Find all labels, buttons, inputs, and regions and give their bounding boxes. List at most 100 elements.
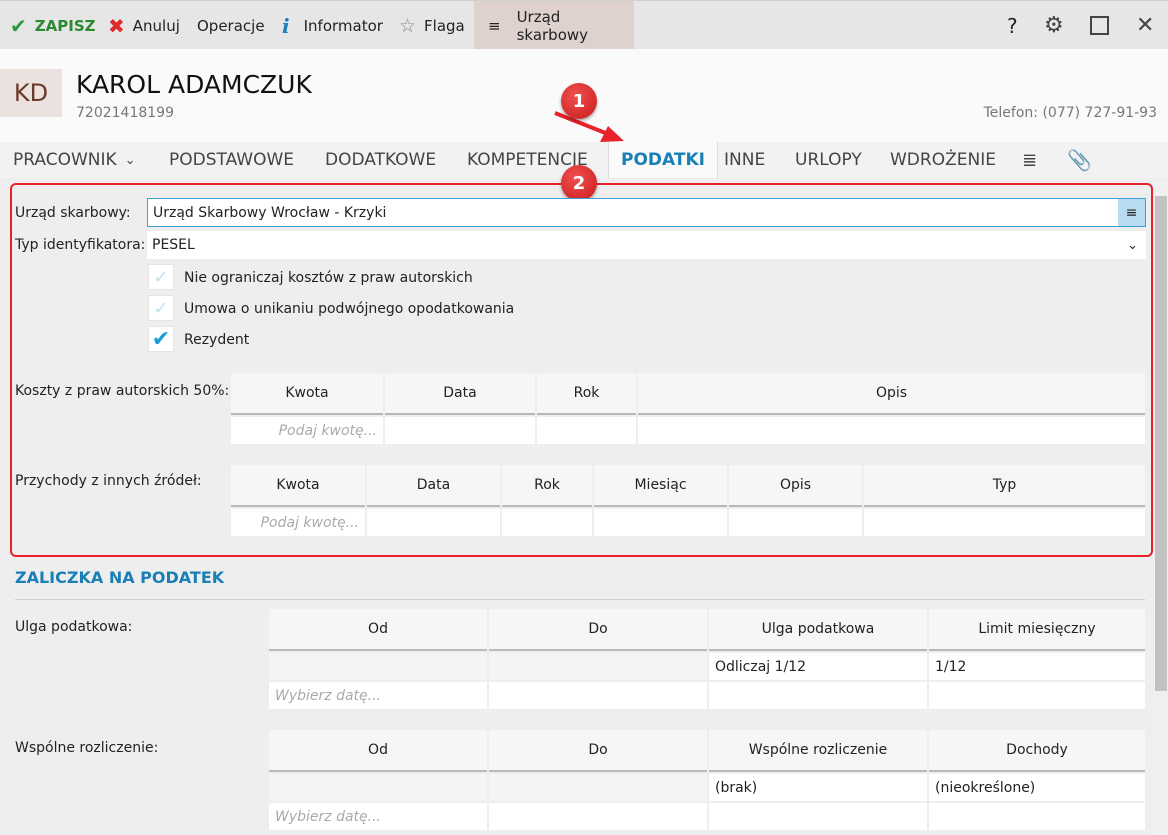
column-header[interactable]: Opis [638, 373, 1145, 415]
check-icon: ✔ [10, 13, 27, 38]
maximize-button[interactable] [1090, 1, 1109, 50]
informator-button[interactable]: i Informator [282, 1, 383, 50]
toolbar: ✔ ZAPISZ ✖ Anuluj Operacje i Informator ☆ Fl… [0, 0, 1168, 50]
column-header[interactable]: Od [269, 730, 487, 772]
scrollbar-thumb[interactable] [1155, 196, 1167, 691]
column-header[interactable]: Ulga podatkowa [709, 609, 927, 651]
scrollbar[interactable] [1154, 180, 1168, 835]
divider [15, 599, 1145, 600]
column-header[interactable]: Rok [502, 465, 592, 507]
table-cell[interactable] [638, 417, 1145, 444]
costs-label: Koszty z praw autorskich 50%: [15, 383, 230, 399]
star-icon: ☆ [399, 14, 417, 37]
maximize-icon [1090, 16, 1109, 35]
avatar: KD [0, 69, 62, 117]
table-cell[interactable]: (brak) [709, 774, 927, 801]
close-window-button[interactable]: ✕ [1136, 1, 1154, 50]
table-cell[interactable] [489, 803, 707, 830]
column-header[interactable]: Limit miesięczny [929, 609, 1145, 651]
column-header[interactable]: Data [385, 373, 535, 415]
table-cell[interactable] [269, 774, 487, 801]
table-cell[interactable]: 1/12 [929, 653, 1145, 680]
column-header[interactable]: Dochody [929, 730, 1145, 772]
date-input[interactable]: Wybierz datę... [269, 682, 487, 709]
amount-input[interactable]: Podaj kwotę... [231, 417, 383, 444]
column-header[interactable]: Typ [864, 465, 1145, 507]
check-icon: ✔ [151, 326, 171, 352]
history-icon[interactable]: ≣ [1022, 142, 1037, 178]
joint-table: Od Do Wspólne rozliczenie Dochody (brak)… [269, 730, 1145, 830]
id-type-select[interactable]: PESEL ⌄ [147, 231, 1146, 259]
operations-button[interactable]: Operacje [197, 1, 265, 50]
table-cell[interactable]: Odliczaj 1/12 [709, 653, 927, 680]
table-cell[interactable]: (nieokreślone) [929, 774, 1145, 801]
tab-urlopy[interactable]: URLOPY [795, 142, 862, 178]
column-header[interactable]: Opis [729, 465, 862, 507]
relief-label: Ulga podatkowa: [15, 619, 133, 635]
tax-office-label: Urząd skarbowy: [15, 205, 131, 221]
tab-wdrozenie[interactable]: WDROŻENIE [890, 142, 996, 178]
tab-podstawowe[interactable]: PODSTAWOWE [169, 142, 294, 178]
table-cell[interactable] [709, 682, 927, 709]
relief-table: Od Do Ulga podatkowa Limit miesięczny Od… [269, 609, 1145, 709]
date-input[interactable]: Wybierz datę... [269, 803, 487, 830]
employee-phone: Telefon: (077) 727-91-93 [983, 105, 1157, 121]
menu-icon: ≡ [488, 16, 501, 35]
id-type-label: Typ identyfikatora: [15, 237, 146, 253]
cancel-button[interactable]: ✖ Anuluj [108, 1, 180, 50]
save-button[interactable]: ✔ ZAPISZ [10, 1, 96, 50]
column-header[interactable]: Wspólne rozliczenie [709, 730, 927, 772]
tax-office-input[interactable]: Urząd Skarbowy Wrocław - Krzyki ≡ [147, 198, 1146, 227]
costs-table: Kwota Data Rok Opis Podaj kwotę... [231, 373, 1145, 444]
table-cell[interactable] [864, 509, 1145, 536]
annotation-badge-2: 2 [561, 165, 597, 201]
table-cell[interactable] [269, 653, 487, 680]
column-header[interactable]: Data [367, 465, 500, 507]
help-button[interactable]: ? [1007, 1, 1018, 50]
table-cell[interactable] [709, 803, 927, 830]
chevron-down-icon: ⌄ [124, 152, 136, 168]
checkbox-double-taxation[interactable]: ✓ [148, 295, 174, 321]
table-cell[interactable] [729, 509, 862, 536]
table-cell[interactable] [929, 682, 1145, 709]
income-table: Kwota Data Rok Miesiąc Opis Typ Podaj kw… [231, 465, 1145, 536]
income-label: Przychody z innych źródeł: [15, 473, 202, 489]
section-title: ZALICZKA NA PODATEK [15, 568, 225, 587]
table-cell[interactable] [929, 803, 1145, 830]
table-cell[interactable] [594, 509, 727, 536]
close-icon: ✖ [108, 13, 125, 38]
amount-input[interactable]: Podaj kwotę... [231, 509, 365, 536]
gear-icon[interactable]: ⚙ [1044, 1, 1064, 50]
table-cell[interactable] [502, 509, 592, 536]
column-header[interactable]: Kwota [231, 373, 383, 415]
employee-name: KAROL ADAMCZUK [76, 70, 312, 99]
info-icon: i [282, 13, 290, 38]
check-icon: ✓ [153, 266, 169, 288]
column-header[interactable]: Kwota [231, 465, 365, 507]
column-header[interactable]: Rok [537, 373, 636, 415]
table-cell[interactable] [367, 509, 500, 536]
checkbox-label: Umowa o unikaniu podwójnego opodatkowani… [184, 301, 515, 317]
table-cell[interactable] [489, 653, 707, 680]
tax-office-button[interactable]: ≡ Urząd skarbowy [474, 1, 634, 50]
annotation-badge-1: 1 [561, 83, 597, 119]
check-icon: ✓ [153, 297, 169, 319]
tab-pracownik[interactable]: PRACOWNIK ⌄ [13, 142, 136, 178]
column-header[interactable]: Do [489, 730, 707, 772]
checkbox-label: Nie ograniczaj kosztów z praw autorskich [184, 270, 473, 286]
flag-button[interactable]: ☆ Flaga [399, 1, 465, 50]
list-icon[interactable]: ≡ [1118, 199, 1145, 226]
paperclip-icon[interactable]: 📎 [1067, 142, 1092, 178]
table-cell[interactable] [489, 774, 707, 801]
table-cell[interactable] [385, 417, 535, 444]
column-header[interactable]: Od [269, 609, 487, 651]
table-cell[interactable] [489, 682, 707, 709]
column-header[interactable]: Miesiąc [594, 465, 727, 507]
column-header[interactable]: Do [489, 609, 707, 651]
checkbox-resident[interactable]: ✔ [148, 326, 174, 352]
tab-dodatkowe[interactable]: DODATKOWE [325, 142, 436, 178]
tab-inne[interactable]: INNE [724, 142, 765, 178]
joint-label: Wspólne rozliczenie: [15, 740, 159, 756]
checkbox-no-limit-costs[interactable]: ✓ [148, 264, 174, 290]
table-cell[interactable] [537, 417, 636, 444]
